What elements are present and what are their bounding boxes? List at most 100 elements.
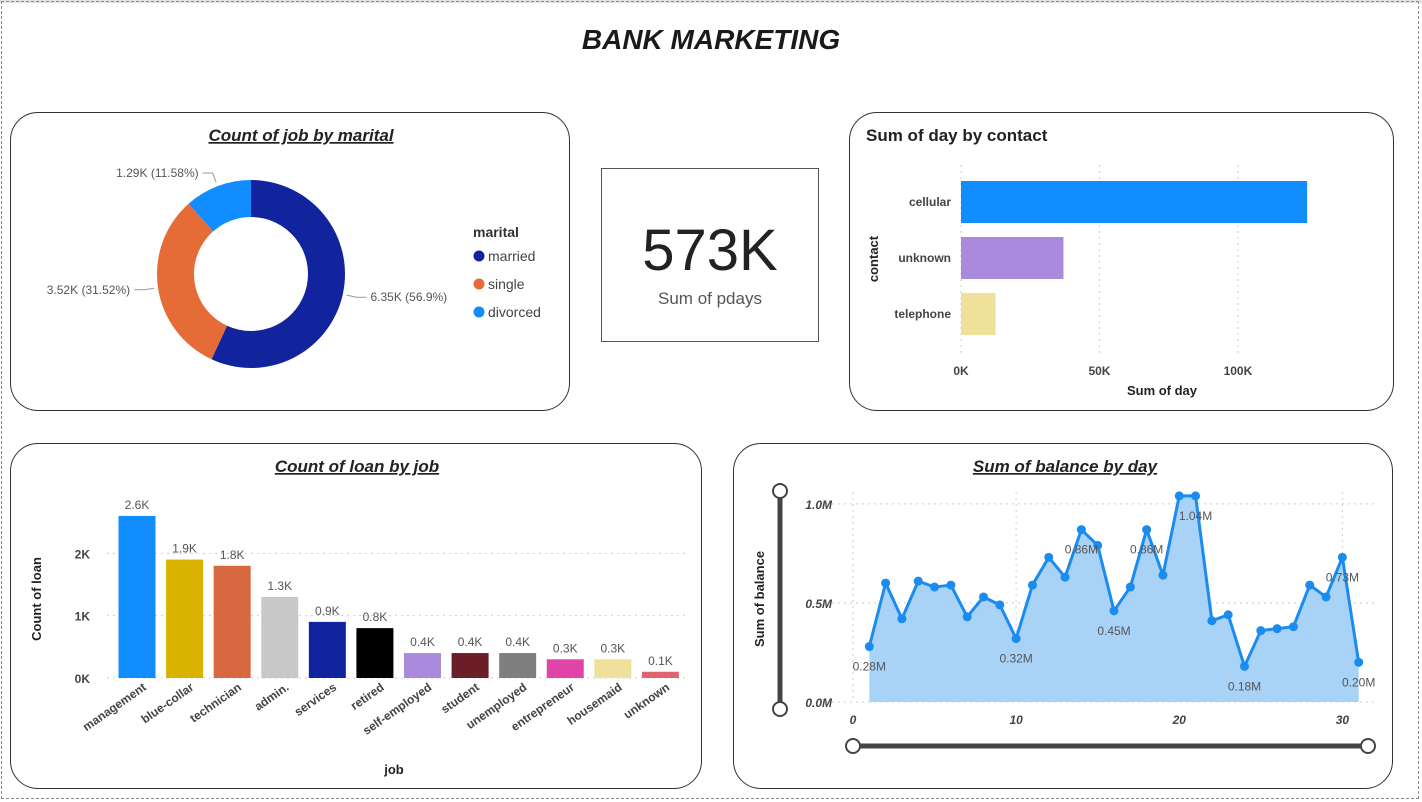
balance-y-tick: 1.0M [805,498,833,512]
balance-point[interactable] [946,580,956,590]
donut-leader-line [134,287,155,291]
loan-bar-retired[interactable] [356,628,394,678]
balance-point[interactable] [1207,616,1217,626]
balance-point[interactable] [1011,634,1021,644]
balance-point[interactable] [1223,610,1233,620]
contact-bar-chart[interactable]: Sum of day by contact contact Sum of day… [850,113,1393,410]
loan-data-label: 0.3K [553,641,578,655]
loan-category-label: management [80,680,149,734]
balance-point[interactable] [962,612,972,622]
loan-data-label: 0.4K [410,635,435,649]
x-zoom-handle-left[interactable] [845,738,861,754]
loan-data-label: 0.9K [315,604,340,618]
donut-data-label: 1.29K (11.58%) [116,166,199,180]
balance-point[interactable] [913,576,923,586]
loan-bar-management[interactable] [118,515,156,678]
contact-chart-title: Sum of day by contact [866,126,1048,145]
loan-data-label: 1.8K [220,548,245,562]
loan-bar-unknown[interactable] [641,671,679,678]
loan-data-label: 2.6K [125,498,150,512]
loan-bar-entrepreneur[interactable] [546,659,584,678]
contact-bar-unknown[interactable] [961,237,1064,279]
balance-data-label: 0.86M [1065,543,1098,557]
dashboard-title: BANK MARKETING [581,24,841,55]
y-zoom-handle-bottom[interactable] [772,701,788,717]
marital-donut-chart[interactable]: Count of job by marital 6.35K (56.9%) 3.5… [11,113,569,410]
balance-point[interactable] [1027,580,1037,590]
balance-point[interactable] [1272,624,1282,634]
contact-bar-card[interactable]: Sum of day by contact contact Sum of day… [849,112,1394,411]
loan-bar-chart[interactable]: Count of loan by job Count of loan job 0… [11,444,701,788]
loan-category-label: admin. [252,680,292,714]
balance-point[interactable] [1288,622,1298,632]
loan-category-label: technician [187,680,244,726]
y-zoom-handle-top[interactable] [772,483,788,499]
balance-y-tick: 0.0M [805,696,833,710]
loan-bar-admin.[interactable] [261,596,299,678]
contact-bar-cellular[interactable] [961,181,1308,223]
balance-point[interactable] [930,582,940,592]
balance-point[interactable] [1354,657,1364,667]
loan-data-label: 0.4K [505,635,530,649]
loan-data-label: 1.3K [267,579,292,593]
balance-point[interactable] [1076,525,1086,535]
loan-bar-services[interactable] [308,621,346,678]
x-zoom-handle-right[interactable] [1360,738,1376,754]
y-zoom-slider[interactable] [772,483,788,717]
balance-point[interactable] [1256,626,1266,636]
balance-y-axis-title: Sum of balance [752,551,767,647]
balance-point[interactable] [1142,525,1152,535]
loan-bar-unemployed[interactable] [499,653,537,678]
loan-bar-student[interactable] [451,653,489,678]
loan-x-axis-title: job [383,762,404,777]
donut-data-label: 6.35K (56.9%) [370,290,447,304]
contact-y-axis-title: contact [866,235,881,282]
balance-point[interactable] [1191,491,1201,501]
legend-item-divorced[interactable]: divorced [488,304,541,320]
loan-bar-card[interactable]: Count of loan by job Count of loan job 0… [10,443,702,789]
contact-x-tick: 100K [1224,364,1253,378]
loan-y-tick: 1K [75,610,91,624]
balance-x-tick: 20 [1172,713,1187,727]
balance-point[interactable] [1060,572,1070,582]
x-zoom-slider[interactable] [845,738,1376,754]
kpi-label: Sum of pdays [658,289,762,308]
contact-bar-telephone[interactable] [961,293,996,335]
loan-bar-blue-collar[interactable] [166,559,204,678]
contact-category-label: telephone [894,307,951,321]
legend-item-married[interactable]: married [488,248,535,264]
balance-point[interactable] [1109,606,1119,616]
loan-y-tick: 2K [75,547,91,561]
balance-point[interactable] [864,642,874,652]
balance-area-card[interactable]: Sum of balance by day Sum of balance 0.0… [733,443,1393,789]
balance-point[interactable] [995,600,1005,610]
loan-y-axis-title: Count of loan [29,557,44,641]
balance-x-tick: 30 [1336,713,1350,727]
pdays-kpi-card[interactable]: 573K Sum of pdays [601,168,819,342]
balance-point[interactable] [1240,661,1249,671]
balance-point[interactable] [1158,570,1168,580]
legend-marker-single [473,278,485,290]
loan-bar-housemaid[interactable] [594,659,632,678]
balance-point[interactable] [897,614,907,624]
legend-item-single[interactable]: single [488,276,525,292]
balance-point[interactable] [1125,582,1135,592]
balance-data-label: 0.28M [853,660,886,674]
balance-point[interactable] [1337,552,1347,562]
balance-point[interactable] [1305,580,1315,590]
balance-area-chart[interactable]: Sum of balance by day Sum of balance 0.0… [734,444,1392,788]
balance-data-label: 0.18M [1228,679,1261,693]
loan-bar-self-employed[interactable] [404,653,441,678]
balance-point[interactable] [881,578,891,588]
loan-bar-technician[interactable] [213,565,251,678]
balance-x-tick: 10 [1009,713,1023,727]
loan-category-label: services [292,680,340,719]
balance-x-tick: 0 [850,713,857,727]
balance-point[interactable] [979,592,988,602]
balance-point[interactable] [1044,552,1054,562]
balance-point[interactable] [1174,491,1184,501]
loan-data-label: 1.9K [172,542,197,556]
balance-point[interactable] [1321,592,1331,602]
marital-donut-card[interactable]: Count of job by marital 6.35K (56.9%) 3.5… [10,112,570,411]
legend-marker-divorced [473,306,485,318]
